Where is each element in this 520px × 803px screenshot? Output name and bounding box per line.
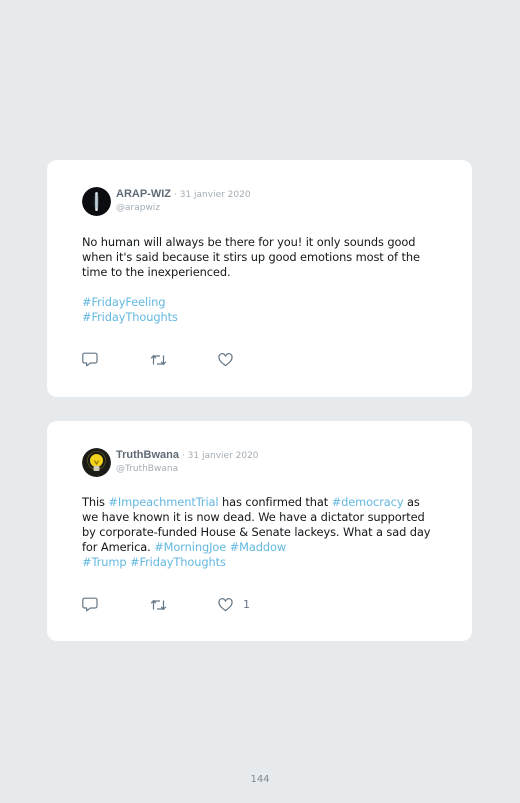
hashtag-link[interactable]: #ImpeachmentTrial xyxy=(108,495,218,509)
tweet-actions xyxy=(82,352,286,367)
avatar[interactable] xyxy=(82,448,111,477)
like-button[interactable] xyxy=(218,352,286,367)
tweet-date: · 31 janvier 2020 xyxy=(174,190,251,200)
author-name[interactable]: ARAP-WIZ xyxy=(116,188,171,201)
tweet-header: ARAP-WIZ · 31 janvier 2020 @arapwiz xyxy=(82,187,251,216)
heart-icon xyxy=(218,597,233,612)
author-handle[interactable]: @TruthBwana xyxy=(116,463,259,476)
reply-button[interactable] xyxy=(82,597,150,612)
hashtag-link[interactable]: #FridayThoughts xyxy=(130,555,226,569)
tweet-text: No human will always be there for you! i… xyxy=(82,235,438,325)
author-name[interactable]: TruthBwana xyxy=(116,449,179,462)
tweet-actions: 1 xyxy=(82,597,286,612)
reply-button[interactable] xyxy=(82,352,150,367)
tweet-card: TruthBwana · 31 janvier 2020 @TruthBwana… xyxy=(47,421,472,641)
heart-icon xyxy=(218,352,233,367)
hashtag-link[interactable]: #Maddow xyxy=(230,540,287,554)
hashtag-link[interactable]: #FridayFeeling xyxy=(82,295,438,310)
like-count: 1 xyxy=(243,598,250,611)
hashtag-link[interactable]: #FridayThoughts xyxy=(82,310,438,325)
hashtag-link[interactable]: #Trump xyxy=(82,555,127,569)
reply-icon xyxy=(82,597,98,612)
retweet-button[interactable] xyxy=(150,353,218,367)
retweet-icon xyxy=(150,598,167,612)
avatar[interactable] xyxy=(82,187,111,216)
reply-icon xyxy=(82,352,98,367)
tweet-header: TruthBwana · 31 janvier 2020 @TruthBwana xyxy=(82,448,259,477)
tweet-text: This #ImpeachmentTrial has confirmed tha… xyxy=(82,495,438,570)
tweet-body: No human will always be there for you! i… xyxy=(82,235,420,279)
page-number: 144 xyxy=(250,774,270,785)
hashtag-link[interactable]: #democracy xyxy=(332,495,404,509)
retweet-button[interactable] xyxy=(150,598,218,612)
like-button[interactable]: 1 xyxy=(218,597,286,612)
tweet-text-part: This xyxy=(82,495,109,509)
retweet-icon xyxy=(150,353,167,367)
tweet-text-part: has confirmed that xyxy=(218,495,332,509)
author-handle[interactable]: @arapwiz xyxy=(116,202,251,215)
hashtag-list: #FridayFeeling #FridayThoughts xyxy=(82,295,438,325)
hashtag-link[interactable]: #MorningJoe xyxy=(154,540,226,554)
tweet-date: · 31 janvier 2020 xyxy=(181,451,259,461)
tweet-card: ARAP-WIZ · 31 janvier 2020 @arapwiz No h… xyxy=(47,160,472,397)
